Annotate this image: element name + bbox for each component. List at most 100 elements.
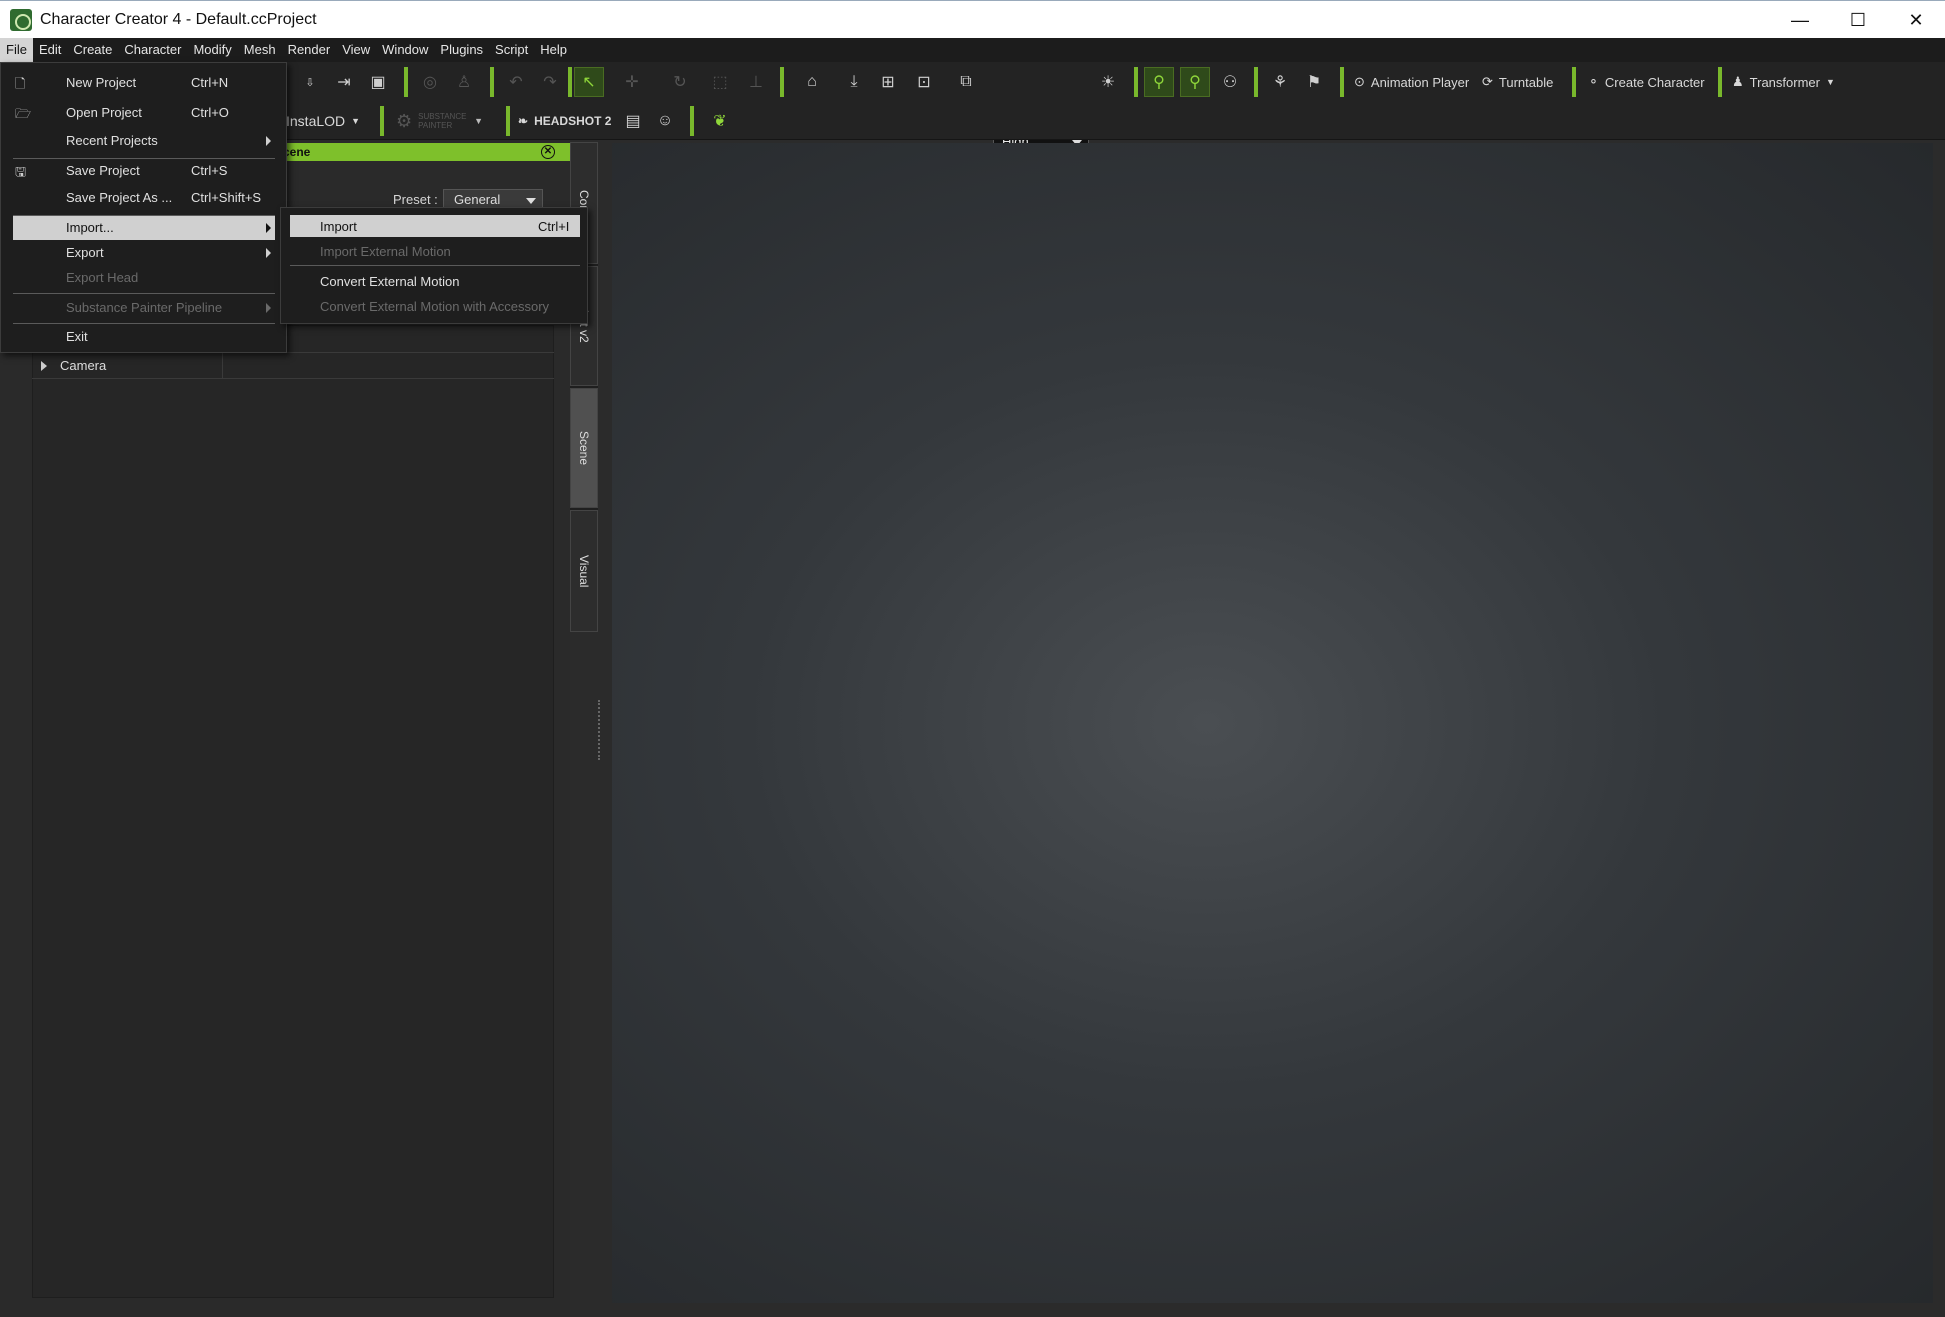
menu-item-open-project[interactable]: 🗁 Open Project Ctrl+O [13, 101, 275, 125]
group-icon[interactable]: ⚇ [1216, 67, 1244, 97]
bone-select-icon[interactable]: ⚲ [1144, 67, 1174, 97]
tab-visual[interactable]: Visual [570, 510, 598, 632]
menu-window[interactable]: Window [376, 38, 434, 62]
instalod-button[interactable]: InstaLOD ▼ [286, 106, 360, 136]
substance-painter-label: SUBSTANCE PAINTER [418, 112, 467, 130]
menu-edit[interactable]: Edit [33, 38, 67, 62]
main-toolbar: ⇩ ⇥ ▣ ◎ ♙ ↶ ↷ ↖ ✛ ↻ ⬚ ⊥ ⌂ ⤓ ⊞ ⊡ ⧉ High ☀… [0, 62, 1945, 154]
toolbar-separator [568, 67, 572, 97]
pose-icon[interactable]: ♙ [450, 67, 478, 97]
app-icon [10, 8, 32, 31]
menu-item-recent-projects[interactable]: Recent Projects [13, 129, 275, 153]
move-icon[interactable]: ✛ [612, 67, 652, 97]
headshot-button[interactable]: ❧ HEADSHOT 2 [518, 106, 611, 136]
toolbar-separator [1340, 67, 1344, 97]
substance-painter-button[interactable]: ⚙ SUBSTANCE PAINTER ▼ [396, 106, 483, 136]
menu-item-import[interactable]: Import... [13, 216, 275, 240]
open-folder-icon: 🗁 [15, 106, 32, 121]
menu-item-substance-painter-pipeline: Substance Painter Pipeline [13, 296, 275, 320]
align-icon[interactable]: ⊥ [742, 67, 770, 97]
panel-splitter-handle[interactable] [598, 700, 602, 760]
menu-item-label: Export Head [66, 270, 139, 285]
frame-all-icon[interactable]: ⊞ [874, 67, 902, 97]
menu-modify[interactable]: Modify [187, 38, 237, 62]
submenu-item-convert-external-motion-accessory: Convert External Motion with Accessory [290, 295, 580, 317]
maximize-button[interactable]: ☐ [1829, 1, 1887, 39]
menu-item-label: New Project [66, 75, 137, 90]
scale-icon[interactable]: ⬚ [706, 67, 734, 97]
light-icon[interactable]: ☀ [1094, 67, 1122, 97]
chevron-down-icon: ▼ [474, 116, 484, 126]
tree-row[interactable]: Camera [32, 353, 554, 379]
headshot-photo-icon[interactable]: ▤ [620, 106, 646, 136]
headshot-icon: ❧ [518, 114, 529, 128]
toolbar-separator [1254, 67, 1258, 97]
tab-visual-label: Visual [577, 554, 591, 588]
gizmo-icon[interactable]: ◎ [416, 67, 444, 97]
select-arrow-icon[interactable]: ↖ [574, 67, 604, 97]
plugin-extra-icon[interactable]: ❦ [702, 106, 738, 136]
menu-item-exit[interactable]: Exit [13, 325, 275, 349]
menu-item-shortcut: Ctrl+S [191, 163, 228, 178]
transformer-label: Transformer [1749, 74, 1820, 90]
tab-scene[interactable]: Scene [570, 388, 598, 508]
submenu-arrow-icon [266, 223, 271, 233]
submenu-item-import[interactable]: Import Ctrl+I [290, 215, 580, 237]
plugin-toolbar: InstaLOD ▼ ⚙ SUBSTANCE PAINTER ▼ ❧ HEADS… [0, 102, 1945, 236]
menu-item-label: Exit [66, 329, 88, 344]
menu-file[interactable]: File [0, 38, 33, 62]
menu-script[interactable]: Script [489, 38, 534, 62]
menu-item-save-project[interactable]: 🖫 Save Project Ctrl+S [13, 159, 275, 183]
menu-item-new-project[interactable]: 🗋 New Project Ctrl+N [13, 71, 275, 95]
menu-item-shortcut: Ctrl+O [191, 105, 229, 120]
close-button[interactable]: ✕ [1887, 1, 1945, 39]
scene-tree [32, 325, 554, 1298]
menu-view[interactable]: View [336, 38, 376, 62]
turntable-button[interactable]: ⟳ Turntable [1482, 67, 1553, 97]
menu-separator [13, 293, 275, 294]
column-divider [222, 353, 223, 379]
menu-plugins[interactable]: Plugins [434, 38, 489, 62]
headshot-head-icon[interactable]: ☺ [652, 106, 678, 136]
rotate-icon[interactable]: ↻ [660, 67, 700, 97]
create-character-button[interactable]: ⚬ Create Character [1588, 67, 1705, 97]
mesh-select-icon[interactable]: ⚲ [1180, 67, 1210, 97]
toolbar-separator [404, 67, 408, 97]
3d-viewport[interactable] [612, 143, 1933, 1303]
export-usd-icon[interactable]: ⇩ [296, 67, 324, 97]
export-icon[interactable]: ⇥ [330, 67, 358, 97]
toolbar-separator [690, 106, 694, 136]
menu-item-shortcut: Ctrl+Shift+S [191, 190, 262, 205]
preview-icon[interactable]: ▣ [364, 67, 392, 97]
fit-down-icon[interactable]: ⤓ [840, 67, 868, 97]
menu-item-export-head: Export Head [13, 266, 275, 290]
expand-arrow-icon[interactable] [41, 361, 47, 371]
undo-icon[interactable]: ↶ [502, 67, 530, 97]
flag-icon[interactable]: ⚑ [1300, 67, 1328, 97]
camera-view-icon[interactable]: ⧉ [946, 67, 986, 97]
menu-item-save-project-as[interactable]: Save Project As ... Ctrl+Shift+S [13, 186, 275, 210]
frame-selected-icon[interactable]: ⊡ [910, 67, 938, 97]
instalod-label: InstaLOD [286, 113, 346, 129]
menu-help[interactable]: Help [534, 38, 573, 62]
menu-mesh[interactable]: Mesh [238, 38, 282, 62]
menu-character[interactable]: Character [118, 38, 187, 62]
toolbar-separator [506, 106, 510, 136]
menu-render[interactable]: Render [282, 38, 337, 62]
submenu-arrow-icon [266, 136, 271, 146]
menu-item-export[interactable]: Export [13, 241, 275, 265]
transformer-button[interactable]: ♟ Transformer ▼ [1732, 67, 1835, 97]
character-icon: ⚬ [1588, 74, 1599, 89]
close-icon[interactable]: ✕ [541, 145, 555, 159]
menu-create[interactable]: Create [67, 38, 118, 62]
minimize-button[interactable]: — [1771, 1, 1829, 39]
animation-player-button[interactable]: ⊙ Animation Player [1354, 67, 1469, 97]
redo-icon[interactable]: ↷ [536, 67, 564, 97]
posture-icon[interactable]: ⚘ [1266, 67, 1294, 97]
toolbar-separator [780, 67, 784, 97]
toolbar-separator [1134, 67, 1138, 97]
home-camera-icon[interactable]: ⌂ [792, 67, 832, 97]
chevron-down-icon: ▼ [351, 116, 361, 126]
chevron-down-icon: ▼ [1825, 77, 1835, 87]
submenu-item-convert-external-motion[interactable]: Convert External Motion [290, 270, 580, 292]
